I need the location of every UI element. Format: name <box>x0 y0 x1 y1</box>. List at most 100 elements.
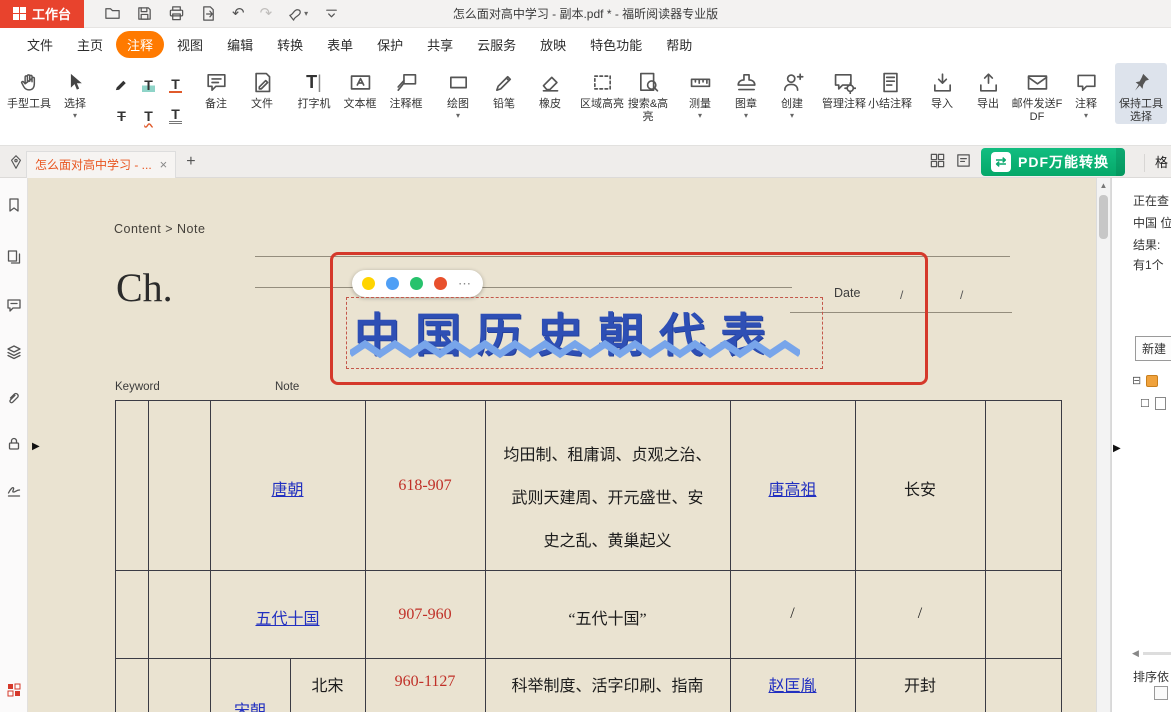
measure-button[interactable]: 测量 ▾ <box>677 63 723 120</box>
blue-color-dot[interactable] <box>386 277 399 290</box>
annotation-tag-icon <box>1146 375 1158 387</box>
summary-comments-button[interactable]: 小结注释 <box>867 63 913 111</box>
comments-panel-icon[interactable] <box>5 296 23 314</box>
scrollbar-thumb[interactable] <box>1099 195 1108 239</box>
drawing-button[interactable]: 绘图 ▾ <box>435 63 481 120</box>
undo-icon[interactable]: ↶ <box>232 6 245 21</box>
results-label: 结果: <box>1133 236 1160 253</box>
signature-icon[interactable] <box>5 481 23 499</box>
note-button[interactable]: 备注 <box>193 63 239 111</box>
hand-tool-button[interactable]: 手型工具 <box>6 63 52 111</box>
export-comments-button[interactable]: 导出 <box>965 63 1011 111</box>
pen-nib-icon[interactable] <box>6 154 26 170</box>
select-tool-button[interactable]: 选择 ▾ <box>52 63 98 120</box>
annotate-pencil-icon[interactable] <box>110 73 134 97</box>
menu-convert[interactable]: 转换 <box>266 31 314 58</box>
import-comments-button[interactable]: 导入 <box>919 63 965 111</box>
founder-link[interactable]: 唐高祖 <box>768 482 816 499</box>
doc-edit-icon[interactable] <box>955 152 972 172</box>
textbox-button[interactable]: 文本框 <box>337 63 383 111</box>
export-page-icon[interactable] <box>200 5 217 22</box>
new-tab-button[interactable]: + <box>186 153 195 171</box>
more-colors-icon[interactable]: ⋯ <box>458 277 471 290</box>
tree-item[interactable]: ☐ <box>1140 397 1166 410</box>
attachment-paperclip-icon[interactable] <box>5 389 23 407</box>
search-highlight-button[interactable]: 搜索&高亮 <box>625 63 671 124</box>
bookmark-icon[interactable] <box>5 196 23 214</box>
menu-cloud[interactable]: 云服务 <box>466 31 527 58</box>
dynasty-link[interactable]: 宋朝 <box>234 703 266 712</box>
tree-item[interactable]: ⊟ <box>1132 374 1158 387</box>
create-button[interactable]: 创建 ▾ <box>769 63 815 120</box>
comments-export-button[interactable]: 注释 ▾ <box>1063 63 1109 120</box>
menu-comment[interactable]: 注释 <box>116 31 164 58</box>
print-icon[interactable] <box>168 5 185 22</box>
note-cell: 均田制、租庸调、贞观之治、 武则天建周、开元盛世、安 史之乱、黄巢起义 <box>487 434 728 563</box>
save-icon[interactable] <box>136 5 153 22</box>
email-fdf-button[interactable]: 邮件发送FDF <box>1011 63 1063 124</box>
menu-file[interactable]: 文件 <box>16 31 64 58</box>
scroll-up-icon[interactable]: ▲ <box>1097 181 1110 190</box>
menu-slideshow[interactable]: 放映 <box>529 31 577 58</box>
menu-help[interactable]: 帮助 <box>655 31 703 58</box>
pdf-page: ▶ Content > Note Ch. Date / / ⋯ 中国历史朝代表 … <box>28 178 1096 712</box>
zigzag-underline <box>350 340 800 360</box>
dynasty-link[interactable]: 五代十国 <box>255 611 319 628</box>
squiggly-text-icon[interactable]: T <box>137 104 161 128</box>
menu-features[interactable]: 特色功能 <box>579 31 653 58</box>
page-thumbnails-icon[interactable] <box>5 248 23 266</box>
highlight-text-icon[interactable]: T <box>137 73 161 97</box>
keep-tool-selected-button[interactable]: 保持工具选择 <box>1115 63 1167 124</box>
checkbox-icon[interactable]: ☐ <box>1140 397 1150 410</box>
area-highlight-button[interactable]: 区域高亮 <box>579 63 625 111</box>
typewriter-button[interactable]: T| 打字机 <box>291 63 337 111</box>
vertical-scrollbar[interactable]: ▲ <box>1096 178 1111 712</box>
stamp-button[interactable]: 图章 ▾ <box>723 63 769 120</box>
replace-text-icon[interactable]: T <box>164 104 188 128</box>
annotation-color-toolbar[interactable]: ⋯ <box>352 270 483 297</box>
menu-view[interactable]: 视图 <box>166 31 214 58</box>
menu-form[interactable]: 表单 <box>316 31 364 58</box>
note-label: 备注 <box>205 98 227 111</box>
strikeout-text-icon[interactable]: T <box>110 104 134 128</box>
yellow-color-dot[interactable] <box>362 277 375 290</box>
menu-protect[interactable]: 保护 <box>366 31 414 58</box>
founder-link[interactable]: 赵匡胤 <box>768 678 816 695</box>
import-icon <box>931 66 954 98</box>
breadcrumb: Content > Note <box>114 222 205 236</box>
security-lock-icon[interactable] <box>5 435 23 453</box>
menu-share[interactable]: 共享 <box>416 31 464 58</box>
period-value: 907-960 <box>365 606 485 624</box>
file-attachment-button[interactable]: 文件 <box>239 63 285 111</box>
green-color-dot[interactable] <box>410 277 423 290</box>
stamp-icon <box>735 66 758 98</box>
pencil-button[interactable]: 铅笔 <box>481 63 527 111</box>
table-row: 五代十国 <box>210 605 365 629</box>
eraser-button[interactable]: 橡皮 <box>527 63 573 111</box>
menu-home[interactable]: 主页 <box>66 31 114 58</box>
callout-button[interactable]: 注释框 <box>383 63 429 111</box>
close-icon[interactable]: × <box>160 157 168 172</box>
manage-comments-button[interactable]: 管理注释 <box>821 63 867 111</box>
sidebar-expand-handle[interactable]: ▶ <box>32 442 40 452</box>
open-folder-icon[interactable] <box>104 5 121 22</box>
pdf-convert-label: PDF万能转换 <box>1018 152 1115 172</box>
red-stamp-icon[interactable] <box>5 681 23 699</box>
panel-expand-handle[interactable]: ▶ <box>1113 444 1121 454</box>
tree-expand-icon[interactable]: ⊟ <box>1132 374 1141 387</box>
format-brush-icon[interactable]: ▾ <box>287 5 308 22</box>
scrollbar-track[interactable] <box>1143 652 1171 655</box>
horizontal-scrollbar[interactable]: ◀ <box>1132 648 1171 659</box>
document-tab[interactable]: 怎么面对高中学习 - ... × <box>26 151 176 178</box>
new-button[interactable]: 新建 <box>1135 336 1171 361</box>
menu-edit[interactable]: 编辑 <box>216 31 264 58</box>
pdf-convert-button[interactable]: ⇄ PDF万能转换 <box>981 148 1125 176</box>
redo-icon[interactable]: ↷ <box>260 6 273 21</box>
tab-grid-icon[interactable] <box>929 152 946 172</box>
layers-icon[interactable] <box>5 343 23 361</box>
dynasty-link[interactable]: 唐朝 <box>271 482 303 499</box>
scroll-left-icon[interactable]: ◀ <box>1132 648 1139 659</box>
underline-text-icon[interactable]: T <box>164 73 188 97</box>
customize-toolbar-icon[interactable] <box>323 5 340 22</box>
red-color-dot[interactable] <box>434 277 447 290</box>
